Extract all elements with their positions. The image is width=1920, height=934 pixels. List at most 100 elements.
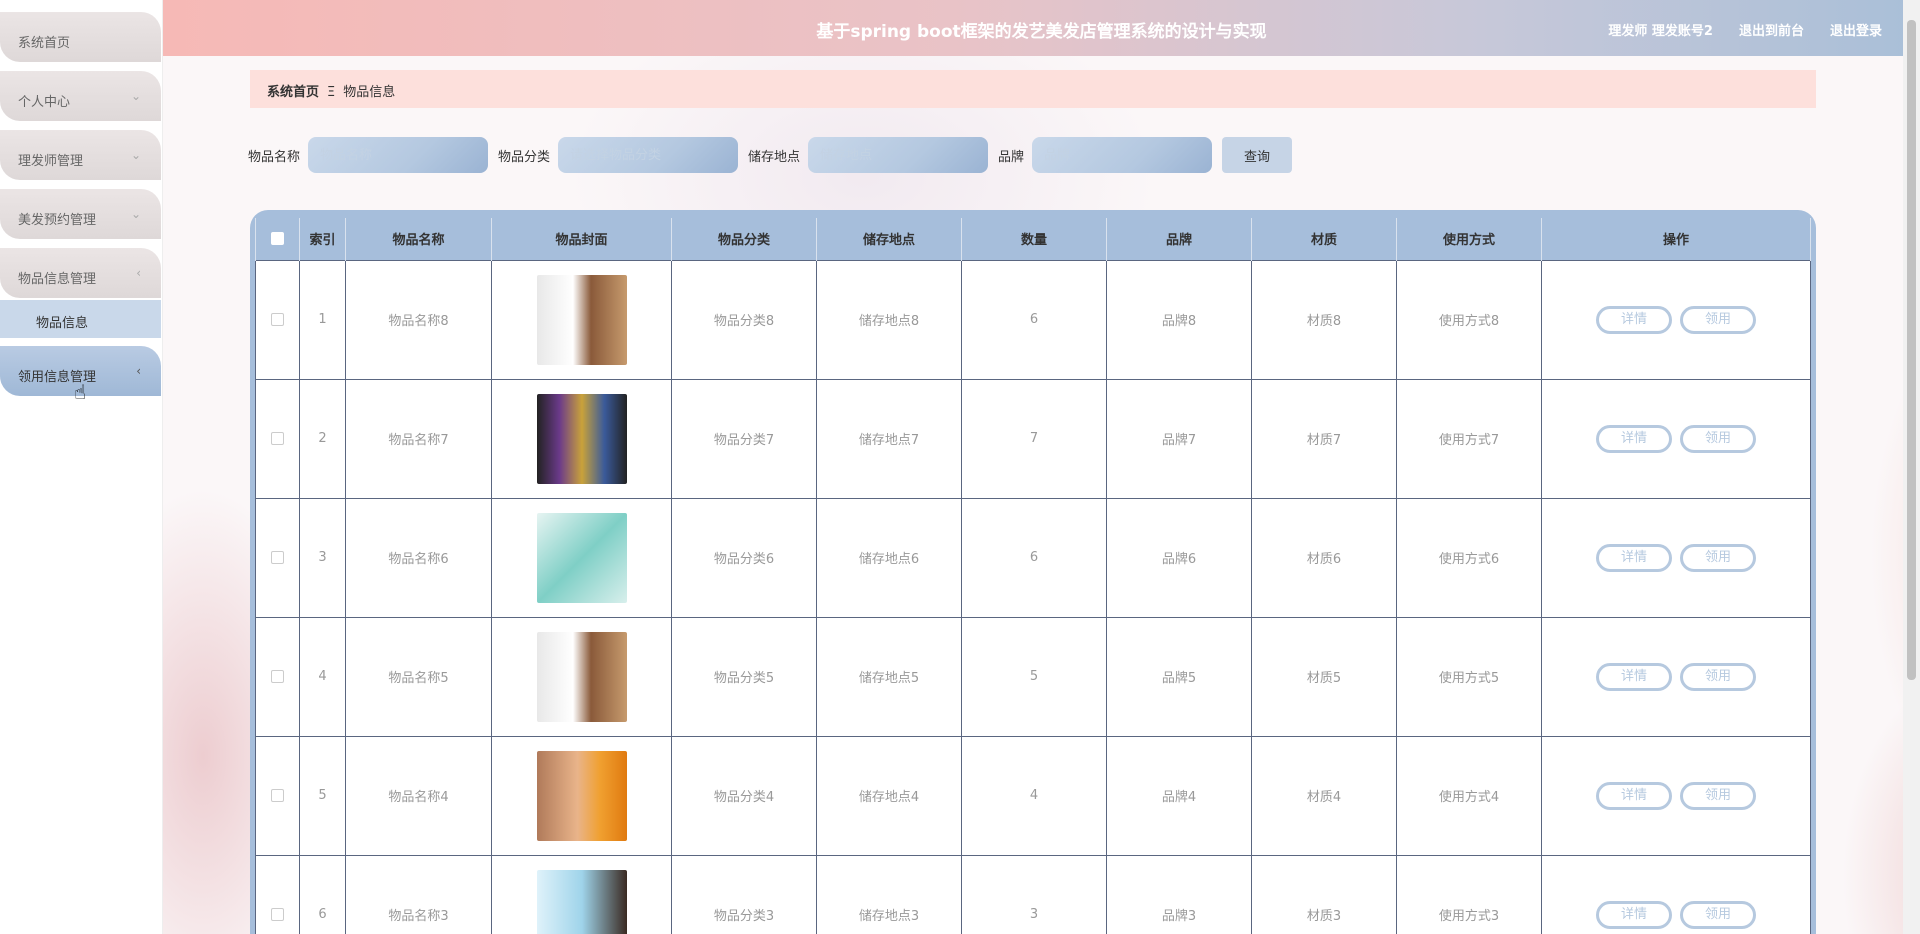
cell-actions: 详情 领用 bbox=[1541, 497, 1811, 618]
query-button[interactable]: 查询 bbox=[1222, 137, 1293, 173]
cell-name: 物品名称7 bbox=[345, 378, 492, 499]
row-checkbox[interactable] bbox=[271, 551, 284, 564]
column-header: 储存地点 bbox=[816, 218, 962, 260]
sidebar-item-home[interactable]: 系统首页 bbox=[0, 12, 161, 62]
row-checkbox[interactable] bbox=[271, 908, 284, 921]
row-select-cell[interactable] bbox=[255, 735, 300, 856]
cell-usage: 使用方式8 bbox=[1396, 259, 1542, 380]
scrollbar-thumb[interactable] bbox=[1907, 20, 1916, 680]
product-image bbox=[536, 869, 627, 934]
cell-actions: 详情 领用 bbox=[1541, 259, 1811, 380]
chevron-left-icon: ‹ bbox=[136, 364, 141, 378]
product-image bbox=[536, 274, 627, 365]
row-checkbox[interactable] bbox=[271, 789, 284, 802]
column-header: 品牌 bbox=[1106, 218, 1252, 260]
detail-button[interactable]: 详情 bbox=[1596, 424, 1672, 453]
detail-button[interactable]: 详情 bbox=[1596, 781, 1672, 810]
page-scrollbar[interactable] bbox=[1903, 0, 1920, 934]
cell-actions: 详情 领用 bbox=[1541, 616, 1811, 737]
product-image bbox=[536, 631, 627, 722]
search-bar: 物品名称 物品分类 储存地点 品牌 查询 bbox=[248, 137, 1293, 173]
cell-index: 3 bbox=[299, 497, 346, 618]
cell-brand: 品牌7 bbox=[1106, 378, 1252, 499]
row-select-cell[interactable] bbox=[255, 378, 300, 499]
detail-button[interactable]: 详情 bbox=[1596, 662, 1672, 691]
name-label: 物品名称 bbox=[248, 149, 301, 165]
column-header: 物品封面 bbox=[491, 218, 672, 260]
breadcrumb-home[interactable]: 系统首页 bbox=[267, 85, 319, 100]
breadcrumb-current: 物品信息 bbox=[343, 85, 396, 100]
sidebar-item-personal-center[interactable]: 个人中心 ⌄ bbox=[0, 71, 161, 121]
sidebar-item-barber-management[interactable]: 理发师管理 ⌄ bbox=[0, 130, 161, 180]
header: 基于spring boot框架的发艺美发店管理系统的设计与实现 理发师 理发账号… bbox=[163, 0, 1920, 56]
column-header: 材质 bbox=[1251, 218, 1397, 260]
table-header-row: 索引 物品名称 物品封面 物品分类 储存地点 数量 品牌 材质 使用方式 操作 bbox=[255, 218, 1811, 260]
cell-usage: 使用方式3 bbox=[1396, 854, 1542, 934]
cell-brand: 品牌5 bbox=[1106, 616, 1252, 737]
back-to-front-link[interactable]: 退出到前台 bbox=[1739, 20, 1804, 39]
cell-category: 物品分类7 bbox=[671, 378, 817, 499]
table-row: 4 物品名称5 物品分类5 储存地点5 5 品牌5 材质5 使用方式5 详情 领用 bbox=[255, 616, 1811, 737]
category-label: 物品分类 bbox=[498, 149, 551, 165]
claim-button[interactable]: 领用 bbox=[1680, 781, 1756, 810]
sidebar-item-label: 系统首页 bbox=[18, 36, 71, 51]
claim-button[interactable]: 领用 bbox=[1680, 305, 1756, 334]
cell-usage: 使用方式5 bbox=[1396, 616, 1542, 737]
cell-material: 材质8 bbox=[1251, 259, 1397, 380]
cell-actions: 详情 领用 bbox=[1541, 735, 1811, 856]
sidebar-subitem-label: 物品信息 bbox=[36, 316, 89, 331]
cell-category: 物品分类8 bbox=[671, 259, 817, 380]
cell-index: 2 bbox=[299, 378, 346, 499]
sidebar-item-goods-management[interactable]: 物品信息管理 ‹ bbox=[0, 248, 161, 298]
row-checkbox[interactable] bbox=[271, 670, 284, 683]
detail-button[interactable]: 详情 bbox=[1596, 543, 1672, 572]
cell-actions: 详情 领用 bbox=[1541, 854, 1811, 934]
location-search-input[interactable] bbox=[808, 137, 989, 173]
location-label: 储存地点 bbox=[748, 149, 801, 165]
brand-label: 品牌 bbox=[998, 149, 1025, 165]
sidebar-item-label: 物品信息管理 bbox=[18, 272, 97, 287]
row-select-cell[interactable] bbox=[255, 616, 300, 737]
sidebar-item-appointment-management[interactable]: 美发预约管理 ⌄ bbox=[0, 189, 161, 239]
detail-button[interactable]: 详情 bbox=[1596, 900, 1672, 929]
row-select-cell[interactable] bbox=[255, 497, 300, 618]
column-header: 物品名称 bbox=[345, 218, 492, 260]
chevron-down-icon: ⌄ bbox=[130, 89, 141, 103]
goods-table: 索引 物品名称 物品封面 物品分类 储存地点 数量 品牌 材质 使用方式 操作 … bbox=[250, 210, 1816, 934]
claim-button[interactable]: 领用 bbox=[1680, 424, 1756, 453]
cell-actions: 详情 领用 bbox=[1541, 378, 1811, 499]
column-header: 索引 bbox=[299, 218, 346, 260]
claim-button[interactable]: 领用 bbox=[1680, 543, 1756, 572]
name-search-input[interactable] bbox=[308, 137, 489, 173]
cell-category: 物品分类3 bbox=[671, 854, 817, 934]
cell-cover bbox=[491, 378, 672, 499]
select-all-cell[interactable] bbox=[255, 218, 300, 260]
row-checkbox[interactable] bbox=[271, 313, 284, 326]
claim-button[interactable]: 领用 bbox=[1680, 900, 1756, 929]
cell-usage: 使用方式4 bbox=[1396, 735, 1542, 856]
cell-material: 材质3 bbox=[1251, 854, 1397, 934]
cell-usage: 使用方式6 bbox=[1396, 497, 1542, 618]
table-row: 2 物品名称7 物品分类7 储存地点7 7 品牌7 材质7 使用方式7 详情 领用 bbox=[255, 378, 1811, 499]
chevron-down-icon: ⌄ bbox=[130, 207, 141, 221]
cell-cover bbox=[491, 616, 672, 737]
logout-link[interactable]: 退出登录 bbox=[1830, 20, 1882, 39]
detail-button[interactable]: 详情 bbox=[1596, 305, 1672, 334]
cell-location: 储存地点6 bbox=[816, 497, 962, 618]
cell-brand: 品牌6 bbox=[1106, 497, 1252, 618]
cell-usage: 使用方式7 bbox=[1396, 378, 1542, 499]
cell-index: 6 bbox=[299, 854, 346, 934]
sidebar-subitem-goods-info[interactable]: 物品信息 bbox=[0, 300, 161, 338]
row-select-cell[interactable] bbox=[255, 854, 300, 934]
select-all-checkbox[interactable] bbox=[271, 232, 284, 246]
cell-name: 物品名称8 bbox=[345, 259, 492, 380]
row-checkbox[interactable] bbox=[271, 432, 284, 445]
cell-material: 材质4 bbox=[1251, 735, 1397, 856]
brand-search-input[interactable] bbox=[1032, 137, 1213, 173]
claim-button[interactable]: 领用 bbox=[1680, 662, 1756, 691]
cell-location: 储存地点4 bbox=[816, 735, 962, 856]
sidebar-item-label: 个人中心 bbox=[18, 95, 71, 110]
row-select-cell[interactable] bbox=[255, 259, 300, 380]
category-select[interactable] bbox=[558, 137, 739, 173]
column-header: 操作 bbox=[1541, 218, 1811, 260]
